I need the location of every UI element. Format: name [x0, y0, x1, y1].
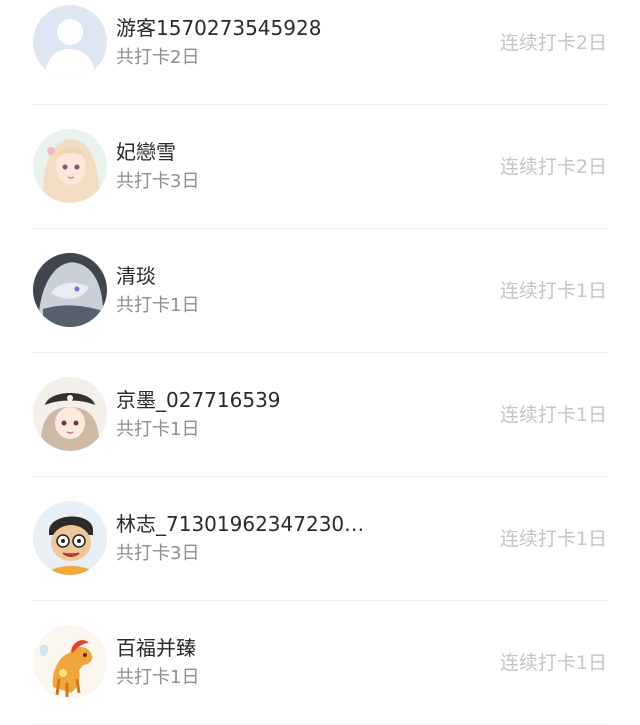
streak-checkins: 连续打卡1日 — [499, 404, 607, 426]
total-checkins: 共打卡3日 — [116, 171, 200, 192]
total-checkins: 共打卡2日 — [116, 47, 200, 68]
streak-checkins: 连续打卡1日 — [499, 652, 607, 674]
white-hair-anime-icon — [33, 253, 107, 327]
total-checkins: 共打卡1日 — [116, 419, 200, 440]
total-checkins: 共打卡1日 — [116, 667, 200, 688]
list-item[interactable]: 妃戀雪 共打卡3日 连续打卡2日 — [0, 105, 640, 229]
streak-checkins: 连续打卡1日 — [499, 528, 607, 550]
user-name: 林志_713019623472306... — [116, 512, 366, 536]
user-name: 妃戀雪 — [116, 140, 176, 164]
checkin-list: 游客1570273545928 共打卡2日 连续打卡2日 妃戀雪 共打卡3日 连… — [0, 0, 640, 725]
list-item[interactable]: 游客1570273545928 共打卡2日 连续打卡2日 — [0, 0, 640, 105]
user-name: 京墨_027716539 — [116, 388, 281, 412]
avatar[interactable] — [33, 377, 107, 451]
list-item[interactable]: 林志_713019623472306... 共打卡3日 连续打卡1日 — [0, 477, 640, 601]
anime-girl-avatar-icon — [33, 129, 107, 203]
avatar[interactable] — [33, 253, 107, 327]
avatar[interactable] — [33, 5, 107, 79]
user-name: 游客1570273545928 — [116, 16, 322, 40]
list-item[interactable]: 清琰 共打卡1日 连续打卡1日 — [0, 229, 640, 353]
golden-horse-icon — [33, 625, 107, 699]
pirate-hat-girl-icon — [33, 377, 107, 451]
list-item[interactable]: 百福并臻 共打卡1日 连续打卡1日 — [0, 601, 640, 725]
avatar[interactable] — [33, 129, 107, 203]
default-user-icon — [33, 5, 107, 79]
user-name: 百福并臻 — [116, 636, 196, 660]
list-item[interactable]: 京墨_027716539 共打卡1日 连续打卡1日 — [0, 353, 640, 477]
streak-checkins: 连续打卡2日 — [499, 32, 607, 54]
streak-checkins: 连续打卡1日 — [499, 280, 607, 302]
user-name: 清琰 — [116, 264, 156, 288]
streak-checkins: 连续打卡2日 — [499, 156, 607, 178]
total-checkins: 共打卡1日 — [116, 295, 200, 316]
avatar[interactable] — [33, 501, 107, 575]
cartoon-boy-icon — [33, 501, 107, 575]
total-checkins: 共打卡3日 — [116, 543, 200, 564]
avatar[interactable] — [33, 625, 107, 699]
